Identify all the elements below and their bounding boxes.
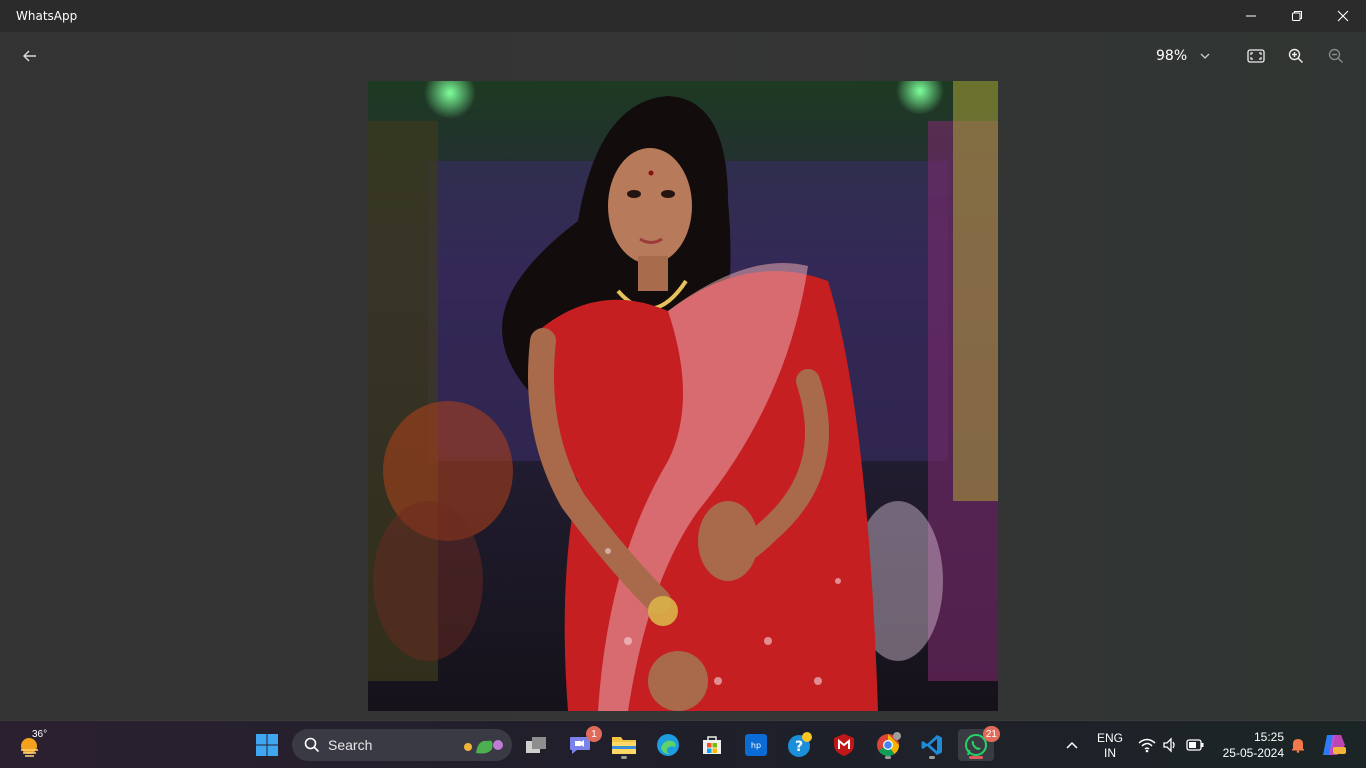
- vscode-icon: [921, 735, 942, 755]
- language-indicator[interactable]: ENG IN: [1092, 729, 1128, 761]
- start-button[interactable]: [251, 729, 283, 761]
- close-icon: [1337, 10, 1349, 22]
- bell-icon: [1292, 739, 1304, 753]
- volume-icon: [1163, 737, 1175, 753]
- taskbar: 36° Search 1 hp ? 21 ENG IN 15:25 25-05-…: [0, 720, 1366, 768]
- running-indicator: [929, 756, 935, 759]
- help-icon: ?: [788, 732, 812, 757]
- zoom-dropdown[interactable]: 98%: [1156, 44, 1211, 68]
- media-viewer: 98%: [0, 32, 1366, 720]
- svg-text:hp: hp: [751, 741, 761, 750]
- zoom-out-button[interactable]: [1322, 44, 1350, 68]
- photo-illustration: [368, 81, 998, 711]
- copilot-button[interactable]: [1318, 729, 1350, 761]
- folder-icon: [612, 737, 636, 754]
- whatsapp-badge: 21: [982, 726, 1000, 742]
- search-highlight-icon: [464, 740, 503, 754]
- chevron-down-icon: [1200, 53, 1210, 59]
- myhp-icon: hp: [745, 734, 767, 756]
- app-title: WhatsApp: [16, 9, 78, 23]
- copilot-icon: [1323, 735, 1346, 755]
- weather-temperature: 36°: [32, 729, 48, 740]
- restore-icon: [1292, 11, 1302, 21]
- myhp-button[interactable]: hp: [740, 729, 772, 761]
- back-button[interactable]: [16, 44, 44, 68]
- language-label: ENG: [1096, 731, 1123, 745]
- mcafee-button[interactable]: [828, 729, 860, 761]
- store-icon: [703, 736, 721, 754]
- zoom-in-icon: [1288, 48, 1303, 63]
- svg-text:?: ?: [795, 739, 803, 755]
- mcafee-shield-icon: [834, 734, 854, 756]
- search-input[interactable]: Search: [292, 729, 512, 761]
- region-label: IN: [1104, 746, 1116, 760]
- running-indicator: [621, 756, 627, 759]
- edge-browser-icon: [657, 734, 679, 756]
- fit-screen-icon: [1247, 49, 1265, 63]
- active-indicator: [969, 756, 983, 759]
- taskview-button[interactable]: [520, 729, 552, 761]
- wifi-icon: [1138, 738, 1156, 753]
- teams-button[interactable]: 1: [564, 726, 602, 761]
- title-bar: WhatsApp: [0, 0, 1366, 32]
- photo-image: [368, 81, 998, 711]
- zoom-out-icon: [1328, 48, 1343, 63]
- chrome-button[interactable]: [872, 729, 904, 761]
- show-hidden-icons-button[interactable]: [1056, 729, 1088, 761]
- weather-widget[interactable]: 36°: [18, 729, 52, 761]
- get-help-button[interactable]: ?: [784, 729, 816, 761]
- arrow-left-icon: [23, 50, 36, 62]
- minimize-button[interactable]: [1228, 0, 1274, 32]
- vscode-button[interactable]: [916, 729, 948, 761]
- clock[interactable]: 15:25 25-05-2024: [1214, 729, 1288, 761]
- chrome-icon: [877, 732, 901, 757]
- whatsapp-button[interactable]: 21: [958, 726, 1000, 761]
- search-icon: [304, 737, 320, 753]
- windows-logo-icon: [256, 734, 278, 756]
- search-placeholder: Search: [328, 737, 373, 753]
- zoom-level: 98%: [1156, 48, 1188, 64]
- teams-badge: 1: [586, 726, 602, 742]
- taskview-icon: [526, 737, 546, 753]
- file-explorer-button[interactable]: [608, 729, 640, 761]
- notifications-button[interactable]: [1288, 729, 1308, 761]
- zoom-in-button[interactable]: [1282, 44, 1310, 68]
- fit-to-screen-button[interactable]: [1242, 44, 1270, 68]
- restore-button[interactable]: [1274, 0, 1320, 32]
- quick-settings[interactable]: [1136, 735, 1208, 755]
- clock-date: 25-05-2024: [1222, 746, 1284, 760]
- close-button[interactable]: [1320, 0, 1366, 32]
- clock-time: 15:25: [1253, 730, 1284, 744]
- edge-button[interactable]: [652, 729, 684, 761]
- minimize-icon: [1246, 15, 1256, 17]
- running-indicator: [885, 756, 891, 759]
- store-button[interactable]: [696, 729, 728, 761]
- battery-icon: [1186, 739, 1204, 751]
- chevron-up-icon: [1066, 741, 1078, 749]
